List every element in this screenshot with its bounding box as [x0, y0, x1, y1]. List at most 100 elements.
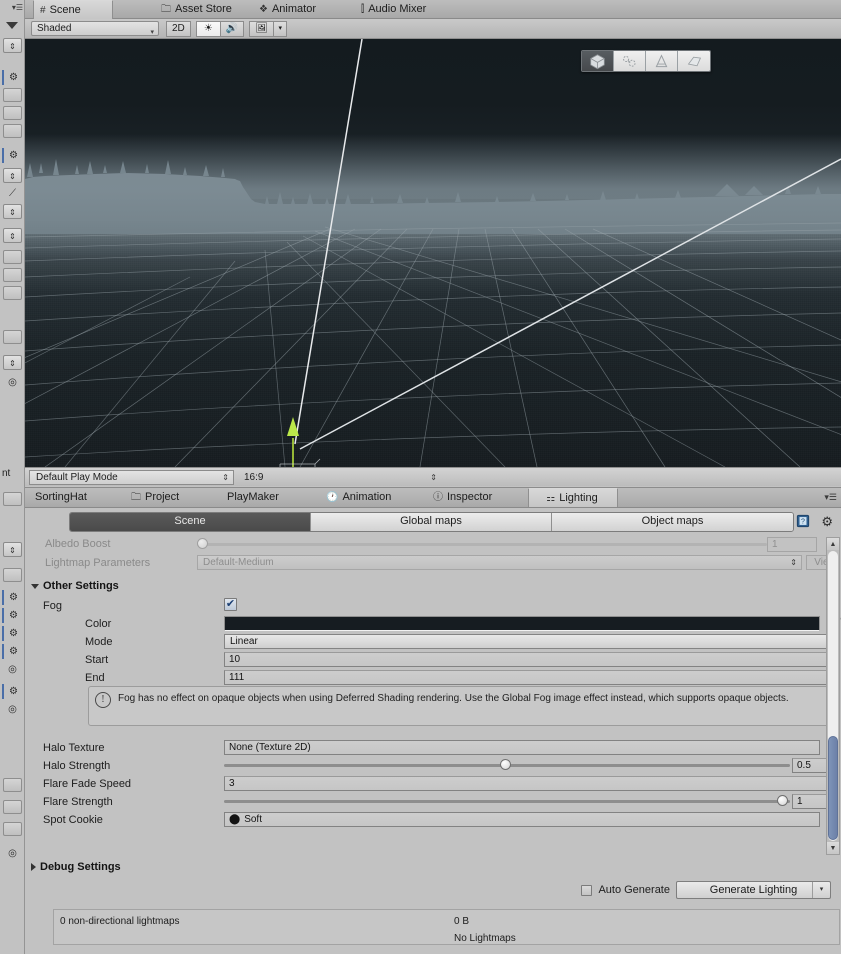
rail-field-4[interactable]: [3, 250, 22, 264]
scroll-up-arrow[interactable]: ▲: [827, 538, 839, 550]
rail-field-9[interactable]: [3, 568, 22, 582]
scene-viewport[interactable]: [25, 39, 841, 467]
rail-gear-icon-4[interactable]: ⚙: [2, 608, 23, 623]
properties-scrollbar[interactable]: ▲ ▼: [826, 537, 840, 855]
rail-gear-icon-2[interactable]: ⚙: [2, 148, 23, 163]
rail-field-7[interactable]: [3, 330, 22, 344]
tab-audio-mixer[interactable]: ⫿ Audio Mixer: [355, 0, 434, 19]
light-cone-gizmo-button[interactable]: [646, 51, 678, 71]
radio-target-icon-4[interactable]: ◎: [2, 846, 23, 861]
flare-strength-slider[interactable]: [224, 794, 790, 808]
particles-gizmo-button[interactable]: [614, 51, 646, 71]
rail-gear-icon-5[interactable]: ⚙: [2, 626, 23, 641]
light-ray-1: [294, 39, 363, 445]
debug-settings-header[interactable]: Debug Settings: [25, 858, 841, 876]
fog-end-input[interactable]: 111: [224, 670, 840, 685]
lightmap-parameters-dropdown[interactable]: Default-Medium ⇕: [197, 555, 802, 570]
rail-field-1[interactable]: [3, 88, 22, 102]
aspect-ratio-dropdown[interactable]: 16:9 ⇕: [237, 470, 442, 485]
panel-menu-icon[interactable]: ▾☰: [824, 492, 837, 503]
fog-end-label: End: [85, 672, 105, 684]
scrollbar-thumb[interactable]: [828, 736, 838, 840]
lighting-properties-scroll[interactable]: Albedo Boost 1 Lightmap Parameters Defau…: [25, 535, 841, 857]
auto-generate-checkbox[interactable]: [581, 884, 593, 896]
lighting-panel: SortingHat 🗀 Project PlayMaker 🕐 Animati…: [25, 487, 841, 954]
chevron-down-icon: ▾: [150, 29, 154, 36]
rail-field-11[interactable]: [3, 800, 22, 814]
fog-mode-dropdown[interactable]: Linear ⇕: [224, 634, 840, 649]
tab-asset-store[interactable]: 🗀 Asset Store: [155, 0, 240, 19]
tab-animator[interactable]: ❖ Animator: [253, 0, 324, 19]
tab-animation[interactable]: 🕐 Animation: [320, 488, 399, 507]
rail-gear-icon-7[interactable]: ⚙: [2, 684, 23, 699]
scene-toggle-group: ☀ 🔊: [195, 20, 245, 37]
scene-view-panel: # Scene 🗀 Asset Store ❖ Animator ⫿ Audio…: [25, 0, 841, 487]
rail-stepper-4[interactable]: ⇕: [3, 228, 22, 243]
rail-field-3[interactable]: [3, 124, 22, 138]
halo-strength-slider[interactable]: [224, 758, 790, 772]
flare-fade-speed-input[interactable]: 3: [224, 776, 840, 791]
rail-gear-icon-1[interactable]: ⚙: [2, 70, 23, 85]
lightmaps-state-text: No Lightmaps: [454, 933, 516, 944]
fog-color-swatch[interactable]: [224, 616, 820, 631]
radio-target-icon-1[interactable]: ◎: [2, 375, 23, 390]
row-fog-mode: Mode Linear ⇕: [25, 633, 841, 651]
tab-lighting[interactable]: ⚏ Lighting: [528, 488, 618, 507]
lightmaps-size-text: 0 B: [454, 916, 470, 927]
rail-gear-icon-6[interactable]: ⚙: [2, 644, 23, 659]
rail-field-5[interactable]: [3, 268, 22, 282]
tab-sortinghat[interactable]: SortingHat: [29, 488, 95, 507]
fog-checkbox[interactable]: ✔: [224, 598, 237, 611]
gear-icon[interactable]: ⚙: [821, 514, 833, 530]
halo-texture-objectfield[interactable]: None (Texture 2D): [224, 740, 820, 755]
render-mode-gizmo-button[interactable]: [582, 51, 614, 71]
albedo-boost-slider[interactable]: [197, 537, 767, 551]
rail-field-10[interactable]: [3, 778, 22, 792]
albedo-boost-value[interactable]: 1: [767, 536, 817, 552]
radio-target-icon-2[interactable]: ◎: [2, 662, 23, 677]
plane-gizmo-button[interactable]: [678, 51, 710, 71]
rail-field-2[interactable]: [3, 106, 22, 120]
segment-scene[interactable]: Scene: [70, 513, 311, 531]
rail-stepper-3[interactable]: ⇕: [3, 204, 22, 219]
scene-lighting-toggle[interactable]: ☀: [195, 20, 220, 37]
tab-project-label: Project: [145, 491, 180, 503]
eyedropper-icon[interactable]: ⟋: [2, 186, 23, 201]
generate-lighting-label: Generate Lighting: [709, 884, 798, 896]
rail-gear-icon-3[interactable]: ⚙: [2, 590, 23, 605]
light-icon: ☀: [203, 22, 213, 34]
draw-mode-dropdown[interactable]: Shaded ▾: [31, 21, 159, 36]
tab-inspector[interactable]: ⓘ Inspector: [427, 488, 500, 507]
generate-lighting-dropdown[interactable]: ▾: [812, 882, 830, 898]
rail-collapse-triangle[interactable]: [6, 22, 18, 29]
scene-effects-group: 🖼 ▾: [249, 20, 288, 37]
spot-cookie-objectfield[interactable]: ⬤ Soft: [224, 812, 820, 827]
toggle-2d-button[interactable]: 2D: [166, 20, 191, 37]
scroll-down-arrow[interactable]: ▼: [827, 842, 839, 854]
chevron-down-icon: ▾: [278, 24, 282, 32]
play-mode-dropdown[interactable]: Default Play Mode ⇕: [29, 469, 234, 485]
tab-scene[interactable]: # Scene: [33, 0, 113, 19]
rail-stepper-6[interactable]: ⇕: [3, 542, 22, 557]
rail-stepper-5[interactable]: ⇕: [3, 355, 22, 370]
rail-field-6[interactable]: [3, 286, 22, 300]
segment-object-maps[interactable]: Object maps: [552, 513, 793, 531]
tab-playmaker[interactable]: PlayMaker: [221, 488, 287, 507]
segment-global-maps[interactable]: Global maps: [311, 513, 552, 531]
rail-field-8[interactable]: [3, 492, 22, 506]
rail-stepper-1[interactable]: ⇕: [3, 38, 22, 53]
tab-scene-label: Scene: [49, 3, 81, 16]
radio-target-icon-3[interactable]: ◎: [2, 702, 23, 717]
rail-field-12[interactable]: [3, 822, 22, 836]
rail-stepper-2[interactable]: ⇕: [3, 168, 22, 183]
tab-project[interactable]: 🗀 Project: [125, 488, 187, 507]
help-book-icon[interactable]: ?: [795, 513, 811, 529]
other-settings-header[interactable]: Other Settings: [31, 580, 119, 592]
scene-effects-toggle[interactable]: 🖼: [249, 20, 274, 37]
scene-effects-dropdown[interactable]: ▾: [273, 20, 288, 37]
rail-menu-icon[interactable]: ▾☰: [0, 2, 25, 14]
fog-start-input[interactable]: 10: [224, 652, 840, 667]
generate-lighting-button[interactable]: Generate Lighting ▾: [676, 881, 831, 899]
scene-audio-toggle[interactable]: 🔊: [219, 20, 245, 37]
folder-icon: 🗀: [131, 492, 141, 503]
